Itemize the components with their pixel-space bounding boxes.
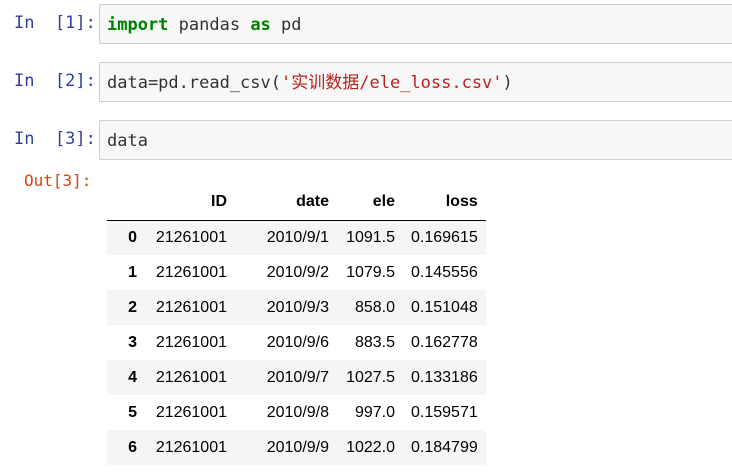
- code-text: data: [107, 131, 148, 151]
- cell-loss: 0.151048: [411, 298, 478, 316]
- code-string: '实训数据/ele_loss.csv': [281, 73, 503, 93]
- cell-id: 21261001: [155, 333, 227, 351]
- code-cell-2[interactable]: data=pd.read_csv('实训数据/ele_loss.csv'): [99, 62, 732, 102]
- row-index: 4: [128, 368, 137, 386]
- cell-id: 21261001: [155, 438, 227, 456]
- cell-loss: 0.145556: [411, 263, 478, 281]
- in-prompt-2: In [2]:: [14, 71, 96, 91]
- cell-date: 2010/9/9: [266, 438, 329, 456]
- code-cell-3[interactable]: data: [99, 120, 732, 160]
- cell-date: 2010/9/1: [266, 228, 329, 246]
- cell-ele: 1091.5: [346, 228, 395, 246]
- cell-date: 2010/9/2: [266, 263, 329, 281]
- table-header-row: ID date ele loss: [107, 185, 486, 221]
- cell-id: 21261001: [155, 263, 227, 281]
- cell-loss: 0.159571: [411, 403, 478, 421]
- in-prompt-3: In [3]:: [14, 129, 96, 149]
- table-row: 4 21261001 2010/9/7 1027.5 0.133186: [107, 360, 486, 395]
- cell-ele: 858.0: [354, 298, 395, 316]
- row-index: 6: [128, 438, 137, 456]
- cell-date: 2010/9/3: [266, 298, 329, 316]
- row-index: 1: [128, 263, 137, 281]
- keyword-import: import: [107, 15, 169, 35]
- in-prompt-1: In [1]:: [14, 13, 96, 33]
- row-index: 3: [128, 333, 137, 351]
- dataframe-table: ID date ele loss 0 21261001 2010/9/1 109…: [107, 185, 486, 465]
- cell-date: 2010/9/6: [266, 333, 329, 351]
- table-row: 5 21261001 2010/9/8 997.0 0.159571: [107, 395, 486, 430]
- cell-loss: 0.169615: [411, 228, 478, 246]
- table-row: 3 21261001 2010/9/6 883.5 0.162778: [107, 325, 486, 360]
- cell-id: 21261001: [155, 368, 227, 386]
- table-row: 1 21261001 2010/9/2 1079.5 0.145556: [107, 255, 486, 290]
- cell-id: 21261001: [155, 403, 227, 421]
- cell-ele: 997.0: [354, 403, 395, 421]
- column-header-id: ID: [145, 185, 235, 221]
- cell-ele: 1027.5: [346, 368, 395, 386]
- cell-ele: 1022.0: [346, 438, 395, 456]
- cell-loss: 0.184799: [411, 438, 478, 456]
- cell-loss: 0.162778: [411, 333, 478, 351]
- index-header: [107, 185, 145, 221]
- keyword-as: as: [250, 15, 271, 35]
- cell-id: 21261001: [155, 298, 227, 316]
- row-index: 2: [128, 298, 137, 316]
- table-row: 0 21261001 2010/9/1 1091.5 0.169615: [107, 220, 486, 255]
- table-row: 6 21261001 2010/9/9 1022.0 0.184799: [107, 430, 486, 465]
- cell-ele: 1079.5: [346, 263, 395, 281]
- column-header-ele: ele: [337, 185, 403, 221]
- cell-date: 2010/9/7: [266, 368, 329, 386]
- code-text: ): [502, 73, 513, 93]
- column-header-loss: loss: [403, 185, 486, 221]
- row-index: 5: [128, 403, 137, 421]
- code-text: pandas: [168, 15, 251, 35]
- cell-loss: 0.133186: [411, 368, 478, 386]
- code-text: data=pd.read_csv(: [107, 73, 281, 93]
- cell-id: 21261001: [155, 228, 227, 246]
- cell-date: 2010/9/8: [266, 403, 329, 421]
- row-index: 0: [128, 228, 137, 246]
- table-row: 2 21261001 2010/9/3 858.0 0.151048: [107, 290, 486, 325]
- column-header-date: date: [235, 185, 337, 221]
- code-cell-1[interactable]: import pandas as pd: [99, 4, 732, 44]
- cell-ele: 883.5: [354, 333, 395, 351]
- out-prompt-3: Out[3]:: [24, 171, 92, 190]
- code-text: pd: [270, 15, 302, 35]
